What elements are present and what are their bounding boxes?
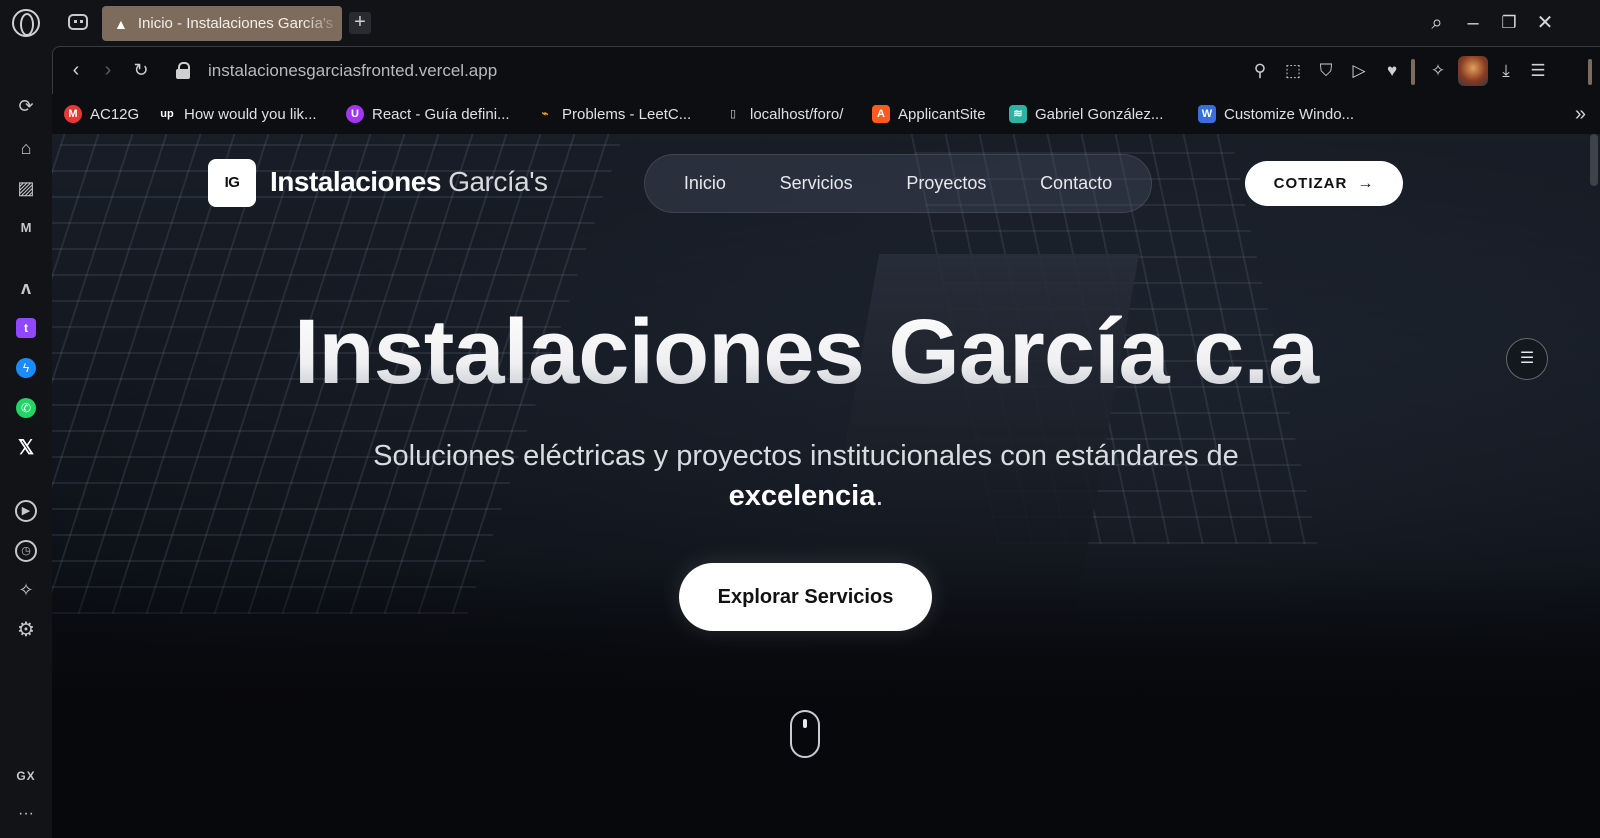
browser-window: ▲ Inicio - Instalaciones García's + ⌕ – … [0, 0, 1600, 838]
tab-active[interactable]: ▲ Inicio - Instalaciones García's [102, 6, 342, 41]
more-icon[interactable]: ··· [14, 802, 38, 826]
nav-inicio[interactable]: Inicio [684, 173, 726, 194]
web-page: IG Instalaciones García's Inicio Servici… [52, 134, 1600, 838]
udemy-icon: U [346, 105, 364, 123]
cotizar-button[interactable]: COTIZAR → [1245, 161, 1403, 206]
bookmarks-overflow-icon[interactable]: » [1575, 103, 1586, 126]
leetcode-icon: ⌁ [541, 108, 549, 120]
gmail-icon: M [64, 105, 82, 123]
extensions-sidebar-icon[interactable]: ✧ [14, 578, 38, 602]
applicantsite-icon: A [872, 105, 890, 123]
gx-corner-icon[interactable]: ⟳ [14, 94, 38, 118]
explorar-servicios-button[interactable]: Explorar Servicios [679, 563, 932, 631]
site-icon: ≋ [1009, 105, 1027, 123]
page-icon: ▯ [729, 108, 737, 120]
forward-button[interactable]: › [97, 59, 119, 81]
address-bar: ‹ › ↻ instalacionesgarciasfronted.vercel… [52, 46, 1600, 94]
whatsapp-icon[interactable]: ✆ [16, 398, 36, 418]
aria-icon[interactable]: ʌ [14, 276, 38, 300]
nav-contacto[interactable]: Contacto [1040, 173, 1112, 194]
bookmarks-bar: M AC12G up How would you lik... U React … [52, 94, 1600, 134]
heart-icon[interactable]: ♥ [1381, 60, 1403, 82]
easy-setup-icon[interactable]: ☰ [1527, 60, 1549, 82]
bookmark-item[interactable]: ▯ localhost/foro/ [724, 103, 843, 125]
site-favicon-icon: ▲ [114, 15, 128, 32]
send-icon[interactable]: ▷ [1348, 60, 1370, 82]
close-button[interactable]: ✕ [1534, 12, 1556, 34]
url-field[interactable]: instalacionesgarciasfronted.vercel.app [208, 61, 497, 81]
history-icon[interactable]: ◷ [15, 540, 37, 562]
gx-label[interactable]: GX [14, 764, 38, 788]
restore-button[interactable]: ❐ [1498, 12, 1520, 34]
scroll-mouse-icon [790, 710, 820, 758]
gx-control-panel-icon[interactable]: ▨ [14, 176, 38, 200]
sidebar: ⟳ ⌂ ▨ M ʌ t ϟ ✆ 𝕏 ▶ ◷ ✧ ⚙ GX ··· [0, 46, 52, 838]
bookmark-item[interactable]: ⌁ Problems - LeetC... [536, 103, 692, 125]
settings-icon[interactable]: ⚙ [14, 618, 38, 642]
extensions-icon[interactable]: ✧ [1427, 60, 1449, 82]
hero-subtitle: Soluciones eléctricas y proyectos instit… [373, 440, 1239, 512]
hero-title: Instalaciones García c.a [52, 300, 1560, 405]
bookmark-item[interactable]: W Customize Windo... [1198, 103, 1354, 125]
tab-bar: ▲ Inicio - Instalaciones García's + ⌕ – … [0, 0, 1600, 46]
twitch-icon[interactable]: t [16, 318, 36, 338]
gx-cleaner-icon[interactable]: ⌂ [14, 136, 38, 160]
customize-icon: W [1198, 105, 1216, 123]
site-header: IG Instalaciones García's Inicio Servici… [52, 134, 1600, 234]
back-button[interactable]: ‹ [65, 59, 87, 81]
bookmark-item[interactable]: U React - Guía defini... [346, 103, 510, 125]
reload-button[interactable]: ↻ [130, 59, 152, 81]
download-icon[interactable]: ⤓ [1495, 60, 1517, 82]
bookmark-item[interactable]: ≋ Gabriel González... [1009, 103, 1163, 125]
reading-list-icon[interactable]: ☰ [1506, 338, 1548, 380]
nav-servicios[interactable]: Servicios [780, 173, 853, 194]
opera-logo-icon[interactable] [12, 9, 40, 37]
nav-proyectos[interactable]: Proyectos [906, 173, 986, 194]
minimize-button[interactable]: – [1462, 12, 1484, 34]
profile-avatar[interactable] [1458, 56, 1488, 86]
logo-badge[interactable]: IG [208, 159, 256, 207]
arrow-right-icon: → [1357, 174, 1375, 192]
new-tab-button[interactable]: + [349, 12, 371, 34]
bookmark-item[interactable]: up How would you lik... [158, 103, 316, 125]
snapshot-icon[interactable]: ⬚ [1282, 60, 1304, 82]
pin-icon[interactable]: ⚲ [1249, 60, 1271, 82]
player-icon[interactable]: ▶ [15, 500, 37, 522]
main-nav: Inicio Servicios Proyectos Contacto [644, 154, 1152, 213]
bookmark-item[interactable]: A ApplicantSite [872, 103, 986, 125]
logo-text[interactable]: Instalaciones García's [270, 166, 548, 198]
x-twitter-icon[interactable]: 𝕏 [14, 436, 38, 460]
gmail-sidebar-icon[interactable]: M [14, 216, 38, 240]
upwork-icon: up [160, 108, 174, 120]
lock-icon[interactable] [176, 62, 190, 79]
bookmark-item[interactable]: M AC12G [64, 103, 139, 125]
search-tabs-icon[interactable]: ⌕ [1426, 12, 1448, 34]
vpn-shield-icon[interactable]: ⛉ [1315, 60, 1337, 82]
messenger-icon[interactable]: ϟ [16, 358, 36, 378]
gx-control-icon[interactable] [68, 14, 88, 30]
